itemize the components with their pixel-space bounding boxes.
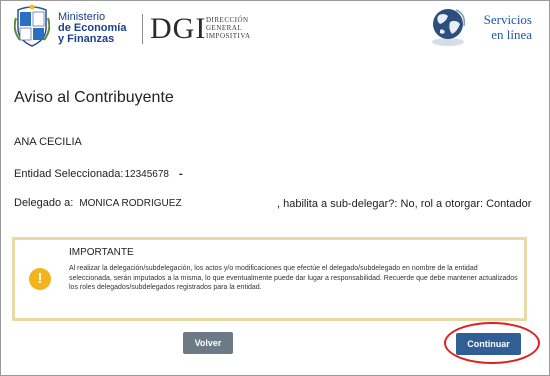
servicios-en-linea: Servicios en línea <box>470 12 532 42</box>
header-separator <box>142 14 143 44</box>
delegate-info: Delegado a: MONICA RODRIGUEZ <box>14 197 182 209</box>
delegate-label: Delegado a: <box>14 197 74 209</box>
back-button[interactable]: Volver <box>183 332 233 354</box>
dgi-sub-line-3: IMPOSITIVA <box>206 32 251 40</box>
ministry-name: Ministerio de Economía y Finanzas <box>58 12 126 45</box>
exclamation-icon: ! <box>29 268 51 290</box>
delegate-value: MONICA RODRIGUEZ <box>79 198 182 209</box>
globe-icon <box>432 9 466 46</box>
servicios-line-2: en línea <box>491 27 532 42</box>
dgi-sub-line-2: GENERAL <box>206 24 243 32</box>
uruguay-shield-icon <box>14 4 50 47</box>
entity-label: Entidad Seleccionada: <box>14 168 124 180</box>
dgi-subtitle: DIRECCIÓN GENERAL IMPOSITIVA <box>206 16 251 40</box>
taxpayer-name: ANA CECILIA <box>14 136 82 148</box>
delegation-details: , habilita a sub-delegar?: No, rol a oto… <box>277 198 532 210</box>
notice-title: IMPORTANTE <box>69 247 134 258</box>
highlight-circle <box>444 322 540 364</box>
entity-value: 12345678 <box>124 169 169 180</box>
dgi-logo: DGI <box>150 12 207 45</box>
entity-dash: - <box>178 168 183 180</box>
notice-text: Al realizar la delegación/subdelegación,… <box>69 265 518 291</box>
header: Ministerio de Economía y Finanzas DGI DI… <box>0 0 550 62</box>
page-title: Aviso al Contribuyente <box>14 89 174 106</box>
selected-entity: Entidad Seleccionada:12345678- <box>14 168 183 180</box>
servicios-line-1: Servicios <box>483 12 532 27</box>
important-notice: ! IMPORTANTE Al realizar la delegación/s… <box>12 237 527 321</box>
ministry-line-3: y Finanzas <box>58 33 115 45</box>
dgi-sub-line-1: DIRECCIÓN <box>206 16 249 24</box>
